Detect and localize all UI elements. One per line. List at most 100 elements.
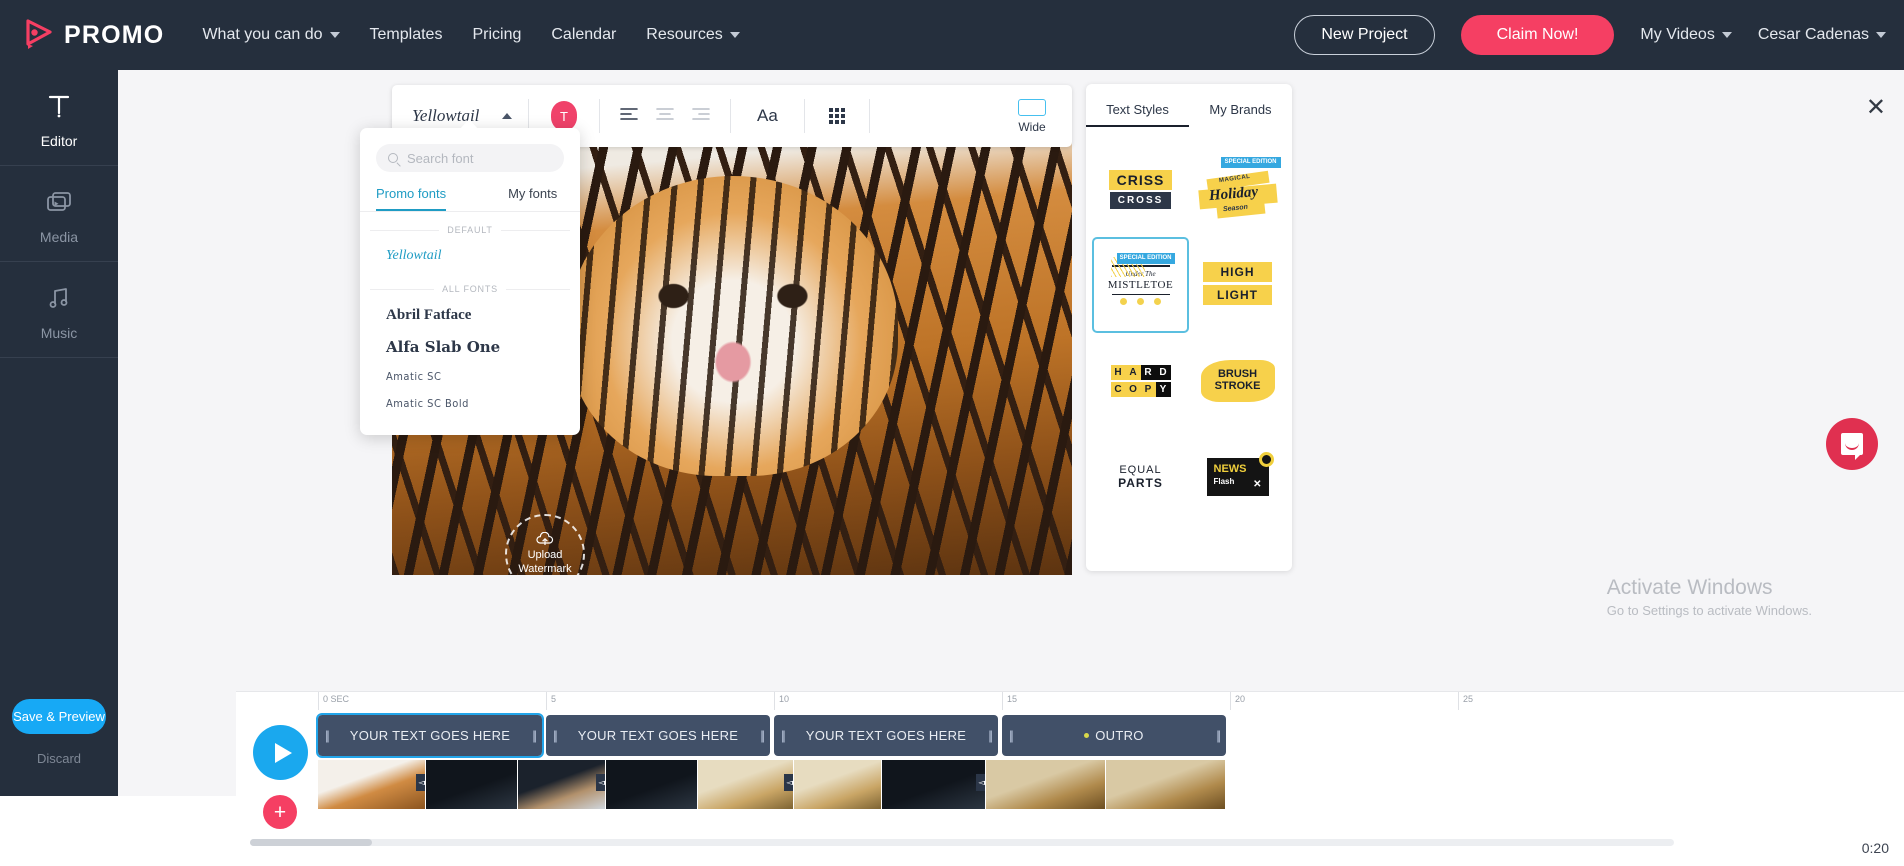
media-clip[interactable]: ◅▻ (882, 760, 986, 809)
transition-icon[interactable]: ◅▻ (784, 774, 793, 791)
style-brush-stroke[interactable]: BRUSH STROKE (1189, 333, 1286, 429)
sidebar-item-editor[interactable]: Editor (0, 70, 118, 166)
font-group-all: ALL FONTS (370, 284, 571, 294)
text-color-button[interactable]: T (551, 101, 577, 131)
text-clip[interactable]: || YOUR TEXT GOES HERE || (316, 713, 544, 758)
claim-now-button[interactable]: Claim Now! (1460, 15, 1615, 55)
media-clip[interactable]: ◅▻ (318, 760, 426, 809)
nav-item-templates[interactable]: Templates (370, 26, 443, 44)
align-right-icon[interactable] (692, 107, 710, 126)
align-left-icon[interactable] (620, 107, 638, 126)
nav-label: Pricing (472, 26, 522, 43)
transition-icon[interactable]: ◅▻ (416, 774, 425, 791)
ruler-tick: 10 (774, 692, 789, 710)
font-option-alfa-slab-one[interactable]: Alfa Slab One (360, 331, 580, 363)
media-clip[interactable]: ◅▻ (698, 760, 794, 809)
group-label: ALL FONTS (442, 284, 498, 294)
smile-shape (1845, 443, 1859, 450)
media-clip[interactable] (426, 760, 518, 809)
text-clip-outro[interactable]: || OUTRO || (1002, 715, 1226, 756)
nav-label: Resources (646, 26, 723, 43)
media-stack-icon (0, 186, 118, 218)
text-clip[interactable]: || YOUR TEXT GOES HERE || (546, 715, 770, 756)
media-clip[interactable]: ◅▻ (518, 760, 606, 809)
watermark-label-line2: Watermark (518, 562, 572, 575)
new-project-button[interactable]: New Project (1294, 15, 1435, 55)
style-line1: CRISS (1108, 169, 1173, 190)
horizontal-scrollbar[interactable] (250, 839, 1674, 846)
tab-my-brands[interactable]: My Brands (1189, 102, 1292, 127)
add-scene-button[interactable]: + (263, 795, 297, 829)
media-clip[interactable] (794, 760, 882, 809)
divider-line (370, 288, 435, 290)
tab-text-styles[interactable]: Text Styles (1086, 102, 1189, 127)
text-clip[interactable]: || YOUR TEXT GOES HERE || (774, 715, 998, 756)
font-option-amatic-sc[interactable]: Amatic SC (360, 363, 580, 390)
resize-handle-right[interactable]: || (532, 728, 537, 743)
style-criss-cross[interactable]: CRISS CROSS (1092, 141, 1189, 237)
top-navigation-bar: PROMO What you can do Templates Pricing … (0, 0, 1904, 70)
style-equal-parts[interactable]: EQUAL PARTS (1092, 429, 1189, 525)
grid-dots-icon[interactable] (805, 108, 869, 124)
circle-decoration (1258, 452, 1274, 467)
text-clip-label: YOUR TEXT GOES HERE (577, 728, 739, 743)
main-menu: What you can do Templates Pricing Calend… (202, 26, 740, 44)
timeline-ruler: 0 SEC 5 10 15 20 25 (236, 692, 1904, 710)
resize-handle-right[interactable]: || (760, 728, 765, 743)
intercom-message-icon[interactable] (1826, 418, 1878, 470)
aspect-ratio-wide-button[interactable]: Wide (992, 98, 1072, 134)
discard-button[interactable]: Discard (0, 751, 118, 766)
font-option-yellowtail[interactable]: Yellowtail (360, 241, 580, 271)
resize-handle-right[interactable]: || (1216, 728, 1221, 743)
chevron-down-icon (729, 32, 740, 38)
style-news-flash[interactable]: NEWS Flash ✕ (1189, 429, 1286, 525)
tab-my-fonts[interactable]: My fonts (508, 186, 557, 211)
text-track: || YOUR TEXT GOES HERE || || YOUR TEXT G… (316, 713, 1226, 758)
save-and-preview-button[interactable]: Save & Preview (12, 699, 106, 734)
watermark-label-line1: Upload (527, 548, 563, 561)
font-family-selector[interactable]: Yellowtail (392, 106, 528, 126)
sidebar-item-media[interactable]: Media (0, 166, 118, 262)
close-icon[interactable]: ✕ (1866, 96, 1886, 120)
style-high-light[interactable]: HIGH LIGHT (1189, 237, 1286, 333)
sidebar-item-music[interactable]: Music (0, 262, 118, 358)
resize-handle-right[interactable]: || (988, 728, 993, 743)
font-search-input[interactable]: Search font (376, 144, 564, 172)
wide-rect-icon (1018, 98, 1046, 116)
nav-item-resources[interactable]: Resources (646, 26, 740, 44)
style-line2: STROKE (1214, 380, 1261, 392)
divider-line (1111, 293, 1170, 295)
style-under-the-mistletoe[interactable]: SPECIAL EDITION Under The MISTLETOE (1092, 237, 1189, 333)
transition-icon[interactable]: ◅▻ (976, 774, 985, 791)
style-line2: CROSS (1109, 191, 1172, 209)
nav-item-my-videos[interactable]: My Videos (1640, 26, 1732, 44)
font-option-amatic-sc-bold[interactable]: Amatic SC Bold (360, 390, 580, 417)
font-source-tabs: Promo fonts My fonts (360, 186, 580, 212)
media-clip[interactable] (986, 760, 1106, 809)
total-duration-label: 0:20 (1861, 840, 1889, 856)
tab-promo-fonts[interactable]: Promo fonts (376, 186, 447, 211)
text-clip-label: YOUR TEXT GOES HERE (805, 728, 967, 743)
nav-item-pricing[interactable]: Pricing (472, 26, 521, 44)
font-option-abril-fatface[interactable]: Abril Fatface (360, 300, 580, 331)
style-line2: PARTS (1118, 476, 1163, 490)
align-center-icon[interactable] (656, 107, 674, 126)
text-styles-panel: Text Styles My Brands CRISS CROSS MAGICA… (1086, 84, 1292, 571)
account-menu[interactable]: Cesar Cadenas (1758, 26, 1886, 44)
transition-icon[interactable]: ◅▻ (596, 774, 605, 791)
toolbar-divider (868, 99, 870, 133)
nav-item-what-you-can-do[interactable]: What you can do (202, 26, 340, 44)
brand-logo[interactable]: PROMO (22, 18, 164, 52)
play-button[interactable] (253, 725, 308, 780)
style-hard-copy[interactable]: HARD COPY (1092, 333, 1189, 429)
special-edition-badge: SPECIAL EDITION (1116, 253, 1175, 264)
wide-label: Wide (1018, 119, 1046, 134)
text-case-button[interactable]: Aa (731, 106, 804, 126)
scrollbar-thumb[interactable] (250, 839, 372, 846)
font-picker-dropdown: Search font Promo fonts My fonts DEFAULT… (360, 119, 580, 435)
font-search-placeholder: Search font (407, 150, 474, 166)
media-clip[interactable] (1106, 760, 1226, 809)
media-clip[interactable] (606, 760, 698, 809)
nav-item-calendar[interactable]: Calendar (551, 26, 616, 44)
style-magical-holiday-season[interactable]: MAGICAL Holiday Season SPECIAL EDITION (1189, 141, 1286, 237)
